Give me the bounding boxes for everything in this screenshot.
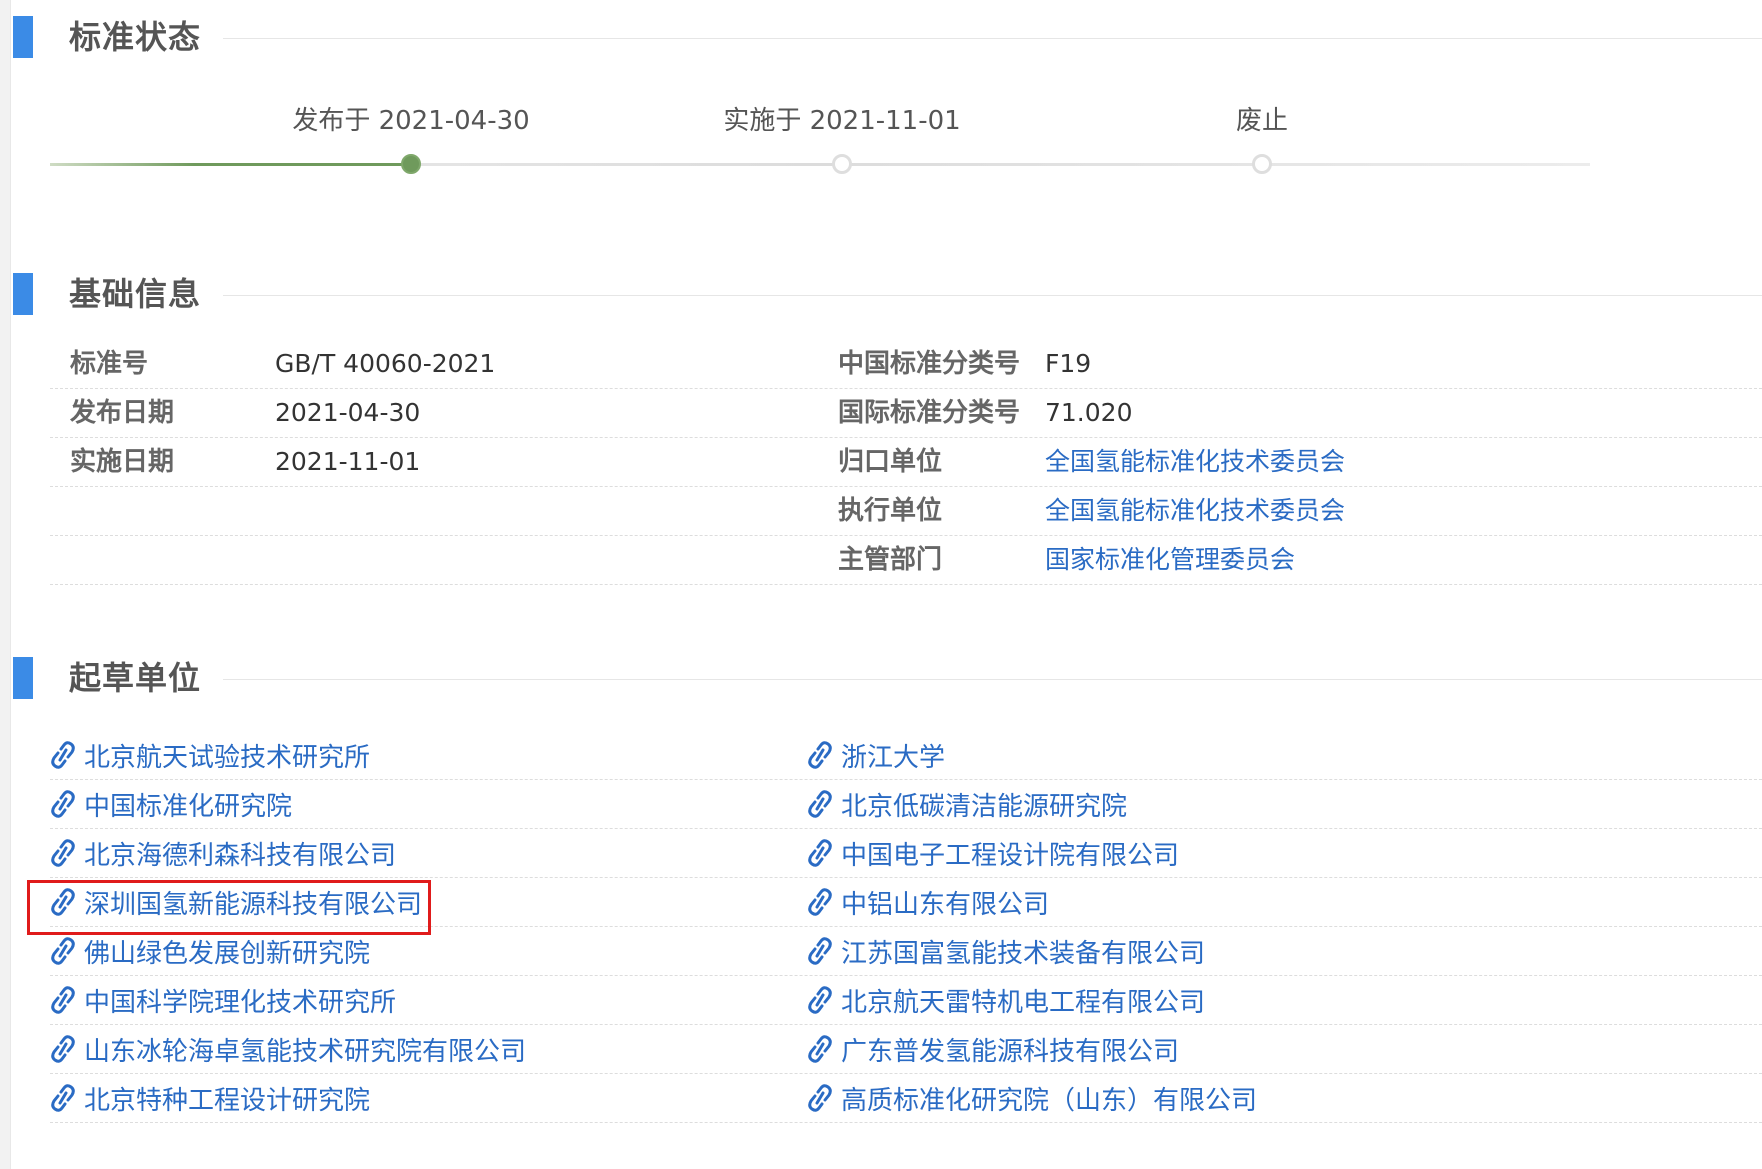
drafter-name: 中国电子工程设计院有限公司 bbox=[841, 840, 1180, 871]
link-icon bbox=[807, 1034, 833, 1064]
link-icon bbox=[50, 1034, 76, 1064]
section-accent-bar bbox=[13, 16, 33, 58]
info-row: 发布日期 2021-04-30 国际标准分类号 71.020 bbox=[50, 389, 1762, 438]
link-icon bbox=[50, 838, 76, 868]
info-value: 2021-11-01 bbox=[275, 447, 421, 476]
info-row: 标准号 GB/T 40060-2021 中国标准分类号 F19 bbox=[50, 340, 1762, 389]
section-accent-bar bbox=[13, 657, 33, 699]
highlight-annotation-box bbox=[27, 880, 431, 935]
drafter-link[interactable]: 北京航天雷特机电工程有限公司 bbox=[807, 976, 1205, 1024]
timeline-step-dot bbox=[401, 154, 421, 174]
link-icon bbox=[807, 740, 833, 770]
drafter-name: 高质标准化研究院（山东）有限公司 bbox=[841, 1085, 1258, 1116]
timeline-step-dot bbox=[832, 154, 852, 174]
drafter-link[interactable]: 中国标准化研究院 bbox=[50, 780, 292, 828]
page-left-border bbox=[0, 0, 11, 1169]
info-label: 执行单位 bbox=[838, 496, 943, 526]
section-drafters-title: 起草单位 bbox=[69, 659, 202, 697]
drafter-name: 中国科学院理化技术研究所 bbox=[84, 987, 397, 1018]
info-link[interactable]: 国家标准化管理委员会 bbox=[1045, 536, 1295, 584]
section-divider bbox=[223, 679, 1762, 680]
timeline-step-label: 废止 bbox=[1235, 106, 1289, 136]
info-label: 标准号 bbox=[70, 349, 149, 379]
drafter-link[interactable]: 北京航天试验技术研究所 bbox=[50, 731, 370, 779]
drafter-link[interactable]: 广东普发氢能源科技有限公司 bbox=[807, 1025, 1179, 1073]
section-status-header: 标准状态 bbox=[13, 16, 1762, 66]
link-icon bbox=[50, 740, 76, 770]
link-icon bbox=[807, 838, 833, 868]
drafter-link[interactable]: 中国科学院理化技术研究所 bbox=[50, 976, 396, 1024]
drafter-name: 北京航天试验技术研究所 bbox=[84, 742, 371, 773]
info-value: 2021-04-30 bbox=[275, 398, 421, 427]
timeline-step-label: 发布于 2021-04-30 bbox=[292, 106, 530, 136]
drafter-link[interactable]: 北京海德利森科技有限公司 bbox=[50, 829, 396, 877]
drafter-name: 北京航天雷特机电工程有限公司 bbox=[841, 987, 1206, 1018]
timeline-progress bbox=[50, 163, 411, 166]
link-icon bbox=[807, 985, 833, 1015]
link-icon bbox=[807, 1083, 833, 1113]
section-basic-header: 基础信息 bbox=[13, 273, 1762, 323]
section-basic-title: 基础信息 bbox=[69, 275, 202, 313]
info-row: 执行单位 全国氢能标准化技术委员会 bbox=[50, 487, 1762, 536]
info-label: 中国标准分类号 bbox=[838, 349, 1021, 379]
drafter-name: 佛山绿色发展创新研究院 bbox=[84, 938, 371, 969]
drafter-row: 北京海德利森科技有限公司 中国电子工程设计院有限公司 bbox=[50, 829, 1762, 878]
timeline-step-dot bbox=[1252, 154, 1272, 174]
drafter-link[interactable]: 浙江大学 bbox=[807, 731, 945, 779]
drafter-link[interactable]: 山东冰轮海卓氢能技术研究院有限公司 bbox=[50, 1025, 526, 1073]
drafter-link[interactable]: 江苏国富氢能技术装备有限公司 bbox=[807, 927, 1205, 975]
link-icon bbox=[50, 985, 76, 1015]
section-divider bbox=[223, 295, 1762, 296]
drafter-link[interactable]: 北京低碳清洁能源研究院 bbox=[807, 780, 1127, 828]
drafter-row: 中国科学院理化技术研究所 北京航天雷特机电工程有限公司 bbox=[50, 976, 1762, 1025]
info-label: 主管部门 bbox=[838, 545, 943, 575]
drafter-name: 北京低碳清洁能源研究院 bbox=[841, 791, 1128, 822]
info-link[interactable]: 全国氢能标准化技术委员会 bbox=[1045, 487, 1345, 535]
info-label: 国际标准分类号 bbox=[838, 398, 1021, 428]
info-label: 发布日期 bbox=[70, 398, 175, 428]
drafter-link[interactable]: 中铝山东有限公司 bbox=[807, 878, 1049, 926]
drafter-name: 北京特种工程设计研究院 bbox=[84, 1085, 371, 1116]
timeline-step-label: 实施于 2021-11-01 bbox=[723, 106, 961, 136]
info-label: 归口单位 bbox=[838, 447, 943, 477]
info-row: 实施日期 2021-11-01 归口单位 全国氢能标准化技术委员会 bbox=[50, 438, 1762, 487]
link-icon bbox=[50, 1083, 76, 1113]
link-icon bbox=[807, 936, 833, 966]
drafter-name: 浙江大学 bbox=[841, 742, 946, 773]
drafter-link[interactable]: 高质标准化研究院（山东）有限公司 bbox=[807, 1074, 1257, 1122]
link-icon bbox=[807, 887, 833, 917]
status-timeline: 发布于 2021-04-30 实施于 2021-11-01 废止 bbox=[50, 100, 1590, 180]
link-icon bbox=[50, 789, 76, 819]
section-accent-bar bbox=[13, 273, 33, 315]
section-drafters-header: 起草单位 bbox=[13, 657, 1762, 707]
info-label: 实施日期 bbox=[70, 447, 175, 477]
drafter-name: 山东冰轮海卓氢能技术研究院有限公司 bbox=[84, 1036, 527, 1067]
info-row: 主管部门 国家标准化管理委员会 bbox=[50, 536, 1762, 585]
drafter-link[interactable]: 中国电子工程设计院有限公司 bbox=[807, 829, 1179, 877]
info-value: F19 bbox=[1045, 349, 1092, 378]
drafter-name: 江苏国富氢能技术装备有限公司 bbox=[841, 938, 1206, 969]
drafter-row: 中国标准化研究院 北京低碳清洁能源研究院 bbox=[50, 780, 1762, 829]
info-value: GB/T 40060-2021 bbox=[275, 349, 496, 378]
link-icon bbox=[807, 789, 833, 819]
drafter-name: 北京海德利森科技有限公司 bbox=[84, 840, 397, 871]
info-link[interactable]: 全国氢能标准化技术委员会 bbox=[1045, 438, 1345, 486]
link-icon bbox=[50, 936, 76, 966]
drafter-name: 广东普发氢能源科技有限公司 bbox=[841, 1036, 1180, 1067]
info-value: 71.020 bbox=[1045, 398, 1133, 427]
drafter-name: 中国标准化研究院 bbox=[84, 791, 293, 822]
section-divider bbox=[223, 38, 1762, 39]
drafter-name: 中铝山东有限公司 bbox=[841, 889, 1050, 920]
drafter-row: 北京航天试验技术研究所 浙江大学 bbox=[50, 731, 1762, 780]
drafter-row: 山东冰轮海卓氢能技术研究院有限公司 广东普发氢能源科技有限公司 bbox=[50, 1025, 1762, 1074]
drafter-row: 北京特种工程设计研究院 高质标准化研究院（山东）有限公司 bbox=[50, 1074, 1762, 1123]
drafter-link[interactable]: 北京特种工程设计研究院 bbox=[50, 1074, 370, 1122]
section-status-title: 标准状态 bbox=[69, 18, 202, 56]
